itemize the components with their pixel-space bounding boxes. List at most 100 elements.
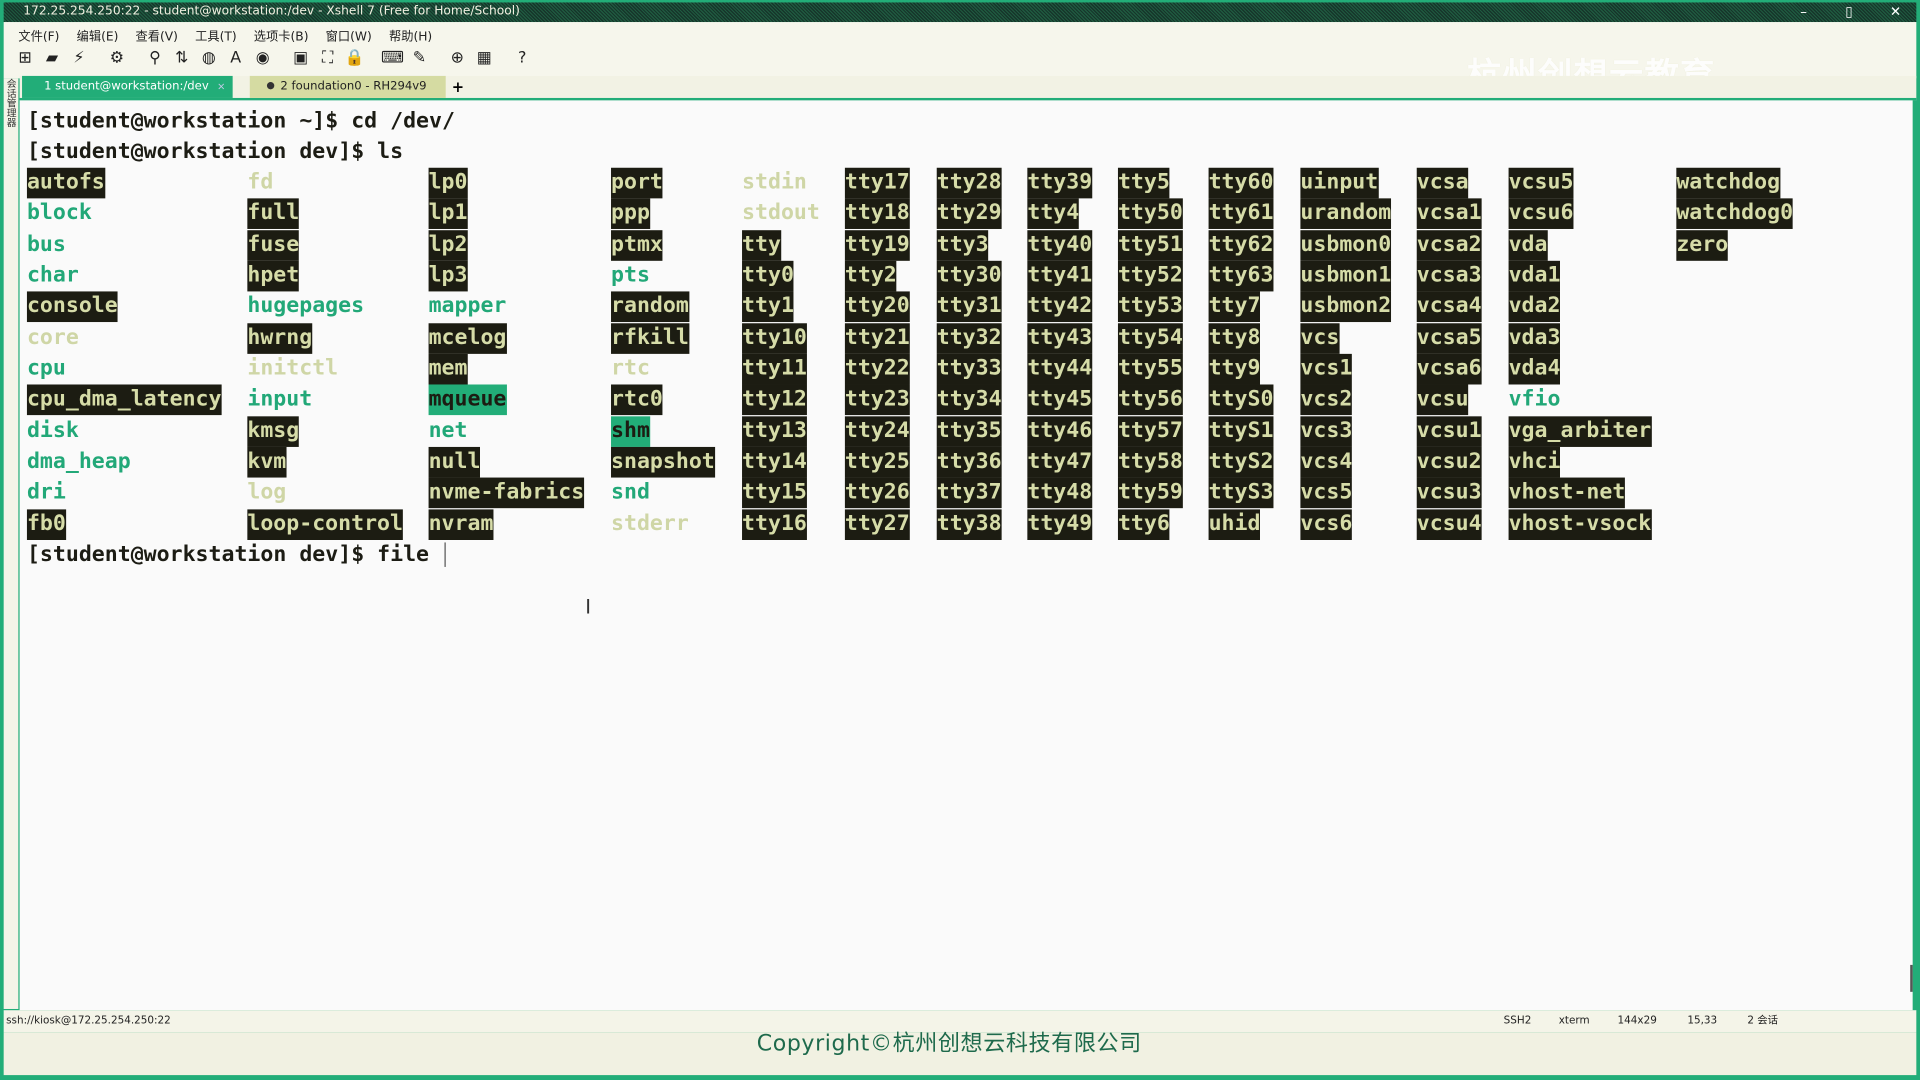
- globe-icon[interactable]: ◍: [197, 49, 220, 67]
- toolbar-separator: [500, 49, 507, 67]
- ls-entry: tty31: [936, 291, 1002, 323]
- ls-entry: tty32: [936, 322, 1002, 354]
- ls-entry: shm: [611, 415, 650, 447]
- lock-icon[interactable]: 🔒: [343, 49, 366, 67]
- ls-entry: tty37: [936, 477, 1002, 509]
- minimize-button[interactable]: –: [1785, 2, 1822, 22]
- ls-entry: vda2: [1508, 291, 1561, 323]
- ls-entry: pts: [611, 263, 650, 288]
- ls-entry: vcsa6: [1416, 353, 1482, 385]
- maximize-button[interactable]: ▯: [1831, 2, 1868, 22]
- ls-entry: tty46: [1027, 415, 1093, 447]
- menu-item[interactable]: 窗口(W): [326, 26, 372, 44]
- ls-entry: tty47: [1027, 446, 1093, 478]
- ls-entry: block: [26, 201, 92, 226]
- ls-entry: tty6: [1117, 508, 1170, 540]
- ls-entry: vcsa4: [1416, 291, 1482, 323]
- menu-item[interactable]: 文件(F): [18, 26, 59, 44]
- ls-entry: tty16: [742, 508, 807, 540]
- ls-entry: uhid: [1208, 508, 1261, 540]
- menu-item[interactable]: 帮助(H): [389, 26, 432, 44]
- xftp-icon[interactable]: ◉: [251, 49, 274, 67]
- ls-entry: tty19: [844, 229, 910, 261]
- tab-label: 1 student@workstation:/dev: [44, 79, 209, 94]
- copyright-text: Copyright©杭州创想云科技有限公司: [756, 1031, 1142, 1057]
- scrollbar-thumb[interactable]: [1910, 964, 1913, 992]
- status-size: 144x29: [1617, 1015, 1657, 1028]
- ls-entry: tty54: [1117, 322, 1183, 354]
- text-cursor: [444, 542, 446, 567]
- ls-entry: tty35: [936, 415, 1002, 447]
- menu-item[interactable]: 工具(T): [195, 26, 237, 44]
- ls-entry: port: [611, 167, 663, 199]
- highlight-icon[interactable]: ✎: [408, 49, 431, 67]
- ls-entry: vcs1: [1300, 353, 1353, 385]
- ls-entry: stdin: [742, 170, 807, 195]
- ls-entry: random: [611, 291, 689, 323]
- ls-entry: vcsu4: [1416, 508, 1482, 540]
- ls-entry: usbmon2: [1300, 291, 1392, 323]
- ls-entry: autofs: [26, 167, 105, 199]
- ls-entry: vcsa2: [1416, 229, 1482, 261]
- session-manager-collapsed[interactable]: 会话管理器: [3, 78, 19, 1009]
- menu-item[interactable]: 选项卡(B): [254, 26, 309, 44]
- ls-entry: tty18: [844, 198, 910, 230]
- menu-item[interactable]: 查看(V): [136, 26, 178, 44]
- ls-entry: lp2: [428, 229, 468, 261]
- scrollbar[interactable]: [1910, 100, 1913, 1010]
- new-session-icon[interactable]: ⊞: [13, 49, 36, 67]
- ls-entry: tty17: [844, 167, 910, 199]
- tab-student-workstation[interactable]: 1 student@workstation:/dev ×: [22, 75, 233, 98]
- new-tab-button[interactable]: +: [448, 76, 468, 98]
- ls-entry: fuse: [247, 229, 300, 261]
- terminal-area[interactable]: [student@workstation ~]$ cd /dev/ [stude…: [19, 100, 1913, 1011]
- ls-entry: tty58: [1117, 446, 1183, 478]
- prompt-text: [student@workstation dev]$ file: [26, 542, 443, 567]
- status-sessions[interactable]: 2 会话: [1747, 1010, 1778, 1032]
- ls-entry: vcsu3: [1416, 477, 1482, 509]
- find-icon[interactable]: ⚲: [143, 49, 166, 67]
- ls-entry: dma_heap: [26, 449, 131, 474]
- keyboard-icon[interactable]: ⌨: [381, 49, 404, 67]
- status-protocol: SSH2: [1503, 1015, 1532, 1028]
- reconnect-icon[interactable]: ⚡: [67, 49, 90, 67]
- close-button[interactable]: ✕: [1877, 2, 1914, 22]
- ls-entry: tty3: [936, 229, 989, 261]
- ls-entry: tty57: [1117, 415, 1183, 447]
- open-folder-icon[interactable]: ▰: [40, 49, 63, 67]
- terminal-prompt-line: [student@workstation dev]$ file: [27, 540, 446, 571]
- transfer-icon[interactable]: ⇅: [170, 49, 193, 67]
- ls-entry: tty28: [936, 167, 1002, 199]
- ls-entry: tty60: [1208, 167, 1274, 199]
- ls-entry: mqueue: [428, 384, 507, 416]
- tab-close-icon[interactable]: ×: [217, 76, 225, 98]
- ls-entry: vcsu5: [1508, 167, 1574, 199]
- menu-item[interactable]: 编辑(E): [77, 26, 119, 44]
- ls-entry: tty11: [742, 353, 807, 385]
- tab-foundation0[interactable]: 2 foundation0 - RH294v9: [249, 75, 446, 98]
- font-icon[interactable]: A: [224, 49, 247, 67]
- fullscreen-icon[interactable]: ⛶: [316, 49, 339, 67]
- help-icon[interactable]: ?: [511, 49, 534, 67]
- ls-entry: tty21: [844, 322, 910, 354]
- ls-entry: tty23: [844, 384, 910, 416]
- ls-entry: mapper: [428, 294, 507, 319]
- ls-entry: tty55: [1117, 353, 1183, 385]
- layout-icon[interactable]: ▦: [473, 49, 496, 67]
- ls-entry: tty40: [1027, 229, 1093, 261]
- ls-entry: vfio: [1508, 387, 1561, 412]
- ls-entry: tty36: [936, 446, 1002, 478]
- properties-icon[interactable]: ⚙: [105, 49, 128, 67]
- ls-entry: tty14: [742, 446, 807, 478]
- ls-entry: rtc: [611, 356, 650, 381]
- ls-entry: tty44: [1027, 353, 1093, 385]
- add-tab-icon[interactable]: ⊕: [446, 49, 469, 67]
- script-icon[interactable]: ▣: [289, 49, 312, 67]
- ls-entry: char: [26, 263, 79, 288]
- ls-entry: zero: [1676, 229, 1729, 261]
- ls-entry: tty34: [936, 384, 1002, 416]
- ls-entry: ttyS3: [1208, 477, 1274, 509]
- ls-entry: vhost-net: [1508, 477, 1626, 509]
- ls-entry: vcsa3: [1416, 260, 1482, 292]
- ls-entry: rtc0: [611, 384, 663, 416]
